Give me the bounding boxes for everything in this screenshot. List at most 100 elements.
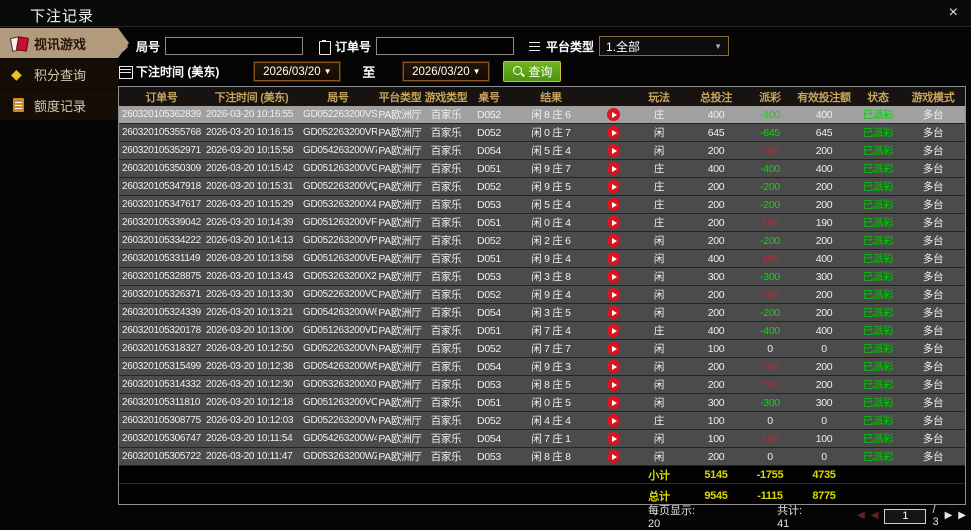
table-row[interactable]: 260320105305722 2026-03-20 10:11:47 GD0532… [119,448,965,466]
cell-round-no: GD052263200VP [303,235,377,246]
table-row[interactable]: 260320105347617 2026-03-20 10:15:29 GD0532… [119,196,965,214]
table-row[interactable]: 260320105331149 2026-03-20 10:13:58 GD0512… [119,250,965,268]
sidebar-item-video-games[interactable]: 视讯游戏 [0,28,129,58]
cell-valid-bet: 400 [815,162,833,175]
play-result-icon[interactable] [606,216,620,229]
subtotal-payout: -1755 [756,468,784,481]
cell-result: 闲 9 庄 4 [531,253,571,265]
cell-time: 2026-03-20 10:12:50 [206,343,294,354]
search-button[interactable]: 查询 [503,61,562,82]
cell-platform: PA欧洲厅 [378,253,422,265]
cell-table-no: D054 [477,360,501,373]
cell-play-icon [593,180,633,193]
play-result-icon[interactable] [606,252,620,265]
play-result-icon[interactable] [606,396,620,409]
round-number-input[interactable] [165,37,304,55]
play-result-icon[interactable] [606,180,620,193]
cell-payout: 0 [767,342,773,355]
cell-mode: 多台 [922,235,944,247]
cell-payout: 0 [767,450,773,463]
cell-order-no: 260320105331149 [122,253,201,264]
cell-result: 闲 0 庄 5 [531,397,571,409]
table-row[interactable]: 260320105355768 2026-03-20 10:16:15 GD0522… [119,124,965,142]
play-result-icon[interactable] [606,108,620,121]
cell-table-no: D052 [477,108,501,121]
cell-bet-on: 闲 [653,253,665,265]
table-row[interactable]: 260320105339042 2026-03-20 10:14:39 GD0512… [119,214,965,232]
table-row[interactable]: 260320105326371 2026-03-20 10:13:30 GD0522… [119,286,965,304]
cell-table-no: D051 [477,324,501,337]
table-row[interactable]: 260320105314332 2026-03-20 10:12:30 GD0532… [119,376,965,394]
table-row[interactable]: 260320105311810 2026-03-20 10:12:18 GD0512… [119,394,965,412]
table-row[interactable]: 260320105315499 2026-03-20 10:12:38 GD0542… [119,358,965,376]
page-title: 下注记录 [30,8,95,25]
play-result-icon[interactable] [606,144,620,157]
play-result-icon[interactable] [606,414,620,427]
cell-payout: 200 [761,360,779,373]
play-result-icon[interactable] [606,270,620,283]
close-icon[interactable]: × [949,5,958,21]
table-row[interactable]: 260320105308775 2026-03-20 10:12:03 GD0522… [119,412,965,430]
table-row[interactable]: 260320105328875 2026-03-20 10:13:43 GD0532… [119,268,965,286]
platform-type-select[interactable]: 1.全部 ▼ [599,36,730,56]
table-row[interactable]: 260320105324339 2026-03-20 10:13:21 GD0542… [119,304,965,322]
cell-status: 已派彩 [862,307,894,319]
play-result-icon[interactable] [606,360,620,373]
table-row[interactable]: 260320105362839 2026-03-20 10:16:55 GD0522… [119,106,965,124]
cell-play-icon [593,162,633,175]
table-row[interactable]: 260320105352971 2026-03-20 10:15:58 GD0542… [119,142,965,160]
previous-page-icon[interactable]: ◀ [871,510,879,522]
play-result-icon[interactable] [606,288,620,301]
cell-order-no: 260320105347617 [122,199,201,210]
column-header: 玩法 [648,91,670,104]
cell-time: 2026-03-20 10:13:21 [206,307,294,318]
cell-total-bet: 400 [707,324,725,337]
play-result-icon[interactable] [606,126,620,139]
page-number-input[interactable] [884,508,927,524]
cell-total-bet: 200 [707,288,725,301]
cell-table-no: D053 [477,450,501,463]
sidebar-item-points-query[interactable]: 积分查询 [0,59,118,89]
last-page-icon[interactable]: ▶ [958,510,966,522]
play-result-icon[interactable] [606,432,620,445]
table-row[interactable]: 260320105306747 2026-03-20 10:11:54 GD0542… [119,430,965,448]
play-result-icon[interactable] [606,378,620,391]
play-result-icon[interactable] [606,234,620,247]
cell-total-bet: 200 [707,198,725,211]
cell-table-no: D051 [477,216,501,229]
cell-payout: 400 [761,252,779,265]
play-result-icon[interactable] [606,198,620,211]
date-to-select[interactable]: 2026/03/20 ▼ [402,61,491,82]
date-from-select[interactable]: 2026/03/20 ▼ [253,61,342,82]
chevron-down-icon: ▼ [714,41,723,51]
cell-play-icon [593,450,633,463]
column-header: 游戏模式 [911,91,955,104]
cell-time: 2026-03-20 10:15:58 [206,145,294,156]
cell-result: 闲 3 庄 5 [531,307,571,319]
cell-payout: -400 [760,162,780,175]
play-result-icon[interactable] [606,450,620,463]
next-page-icon[interactable]: ▶ [945,510,953,522]
play-result-icon[interactable] [606,324,620,337]
table-row[interactable]: 260320105347918 2026-03-20 10:15:31 GD0522… [119,178,965,196]
table-row[interactable]: 260320105350309 2026-03-20 10:15:42 GD0512… [119,160,965,178]
sidebar-item-credit-records[interactable]: 额度记录 [0,90,118,120]
table-row[interactable]: 260320105320178 2026-03-20 10:13:00 GD0512… [119,322,965,340]
subtotal-total-bet: 5145 [704,468,728,481]
cell-valid-bet: 400 [815,108,833,121]
table-row[interactable]: 260320105334222 2026-03-20 10:14:13 GD0522… [119,232,965,250]
cell-payout: 0 [767,414,773,427]
sidebar: 视讯游戏 积分查询 额度记录 [0,28,129,121]
cell-result: 闲 9 庄 7 [531,163,571,175]
play-result-icon[interactable] [606,162,620,175]
cell-status: 已派彩 [862,199,894,211]
cell-time: 2026-03-20 10:13:43 [206,271,294,282]
cell-time: 2026-03-20 10:12:03 [206,415,294,426]
play-result-icon[interactable] [606,306,620,319]
order-number-input[interactable] [376,37,515,55]
cell-table-no: D052 [477,180,501,193]
first-page-icon[interactable]: ◀ [857,510,865,522]
cell-total-bet: 100 [707,432,725,445]
play-result-icon[interactable] [606,342,620,355]
table-row[interactable]: 260320105318327 2026-03-20 10:12:50 GD0522… [119,340,965,358]
